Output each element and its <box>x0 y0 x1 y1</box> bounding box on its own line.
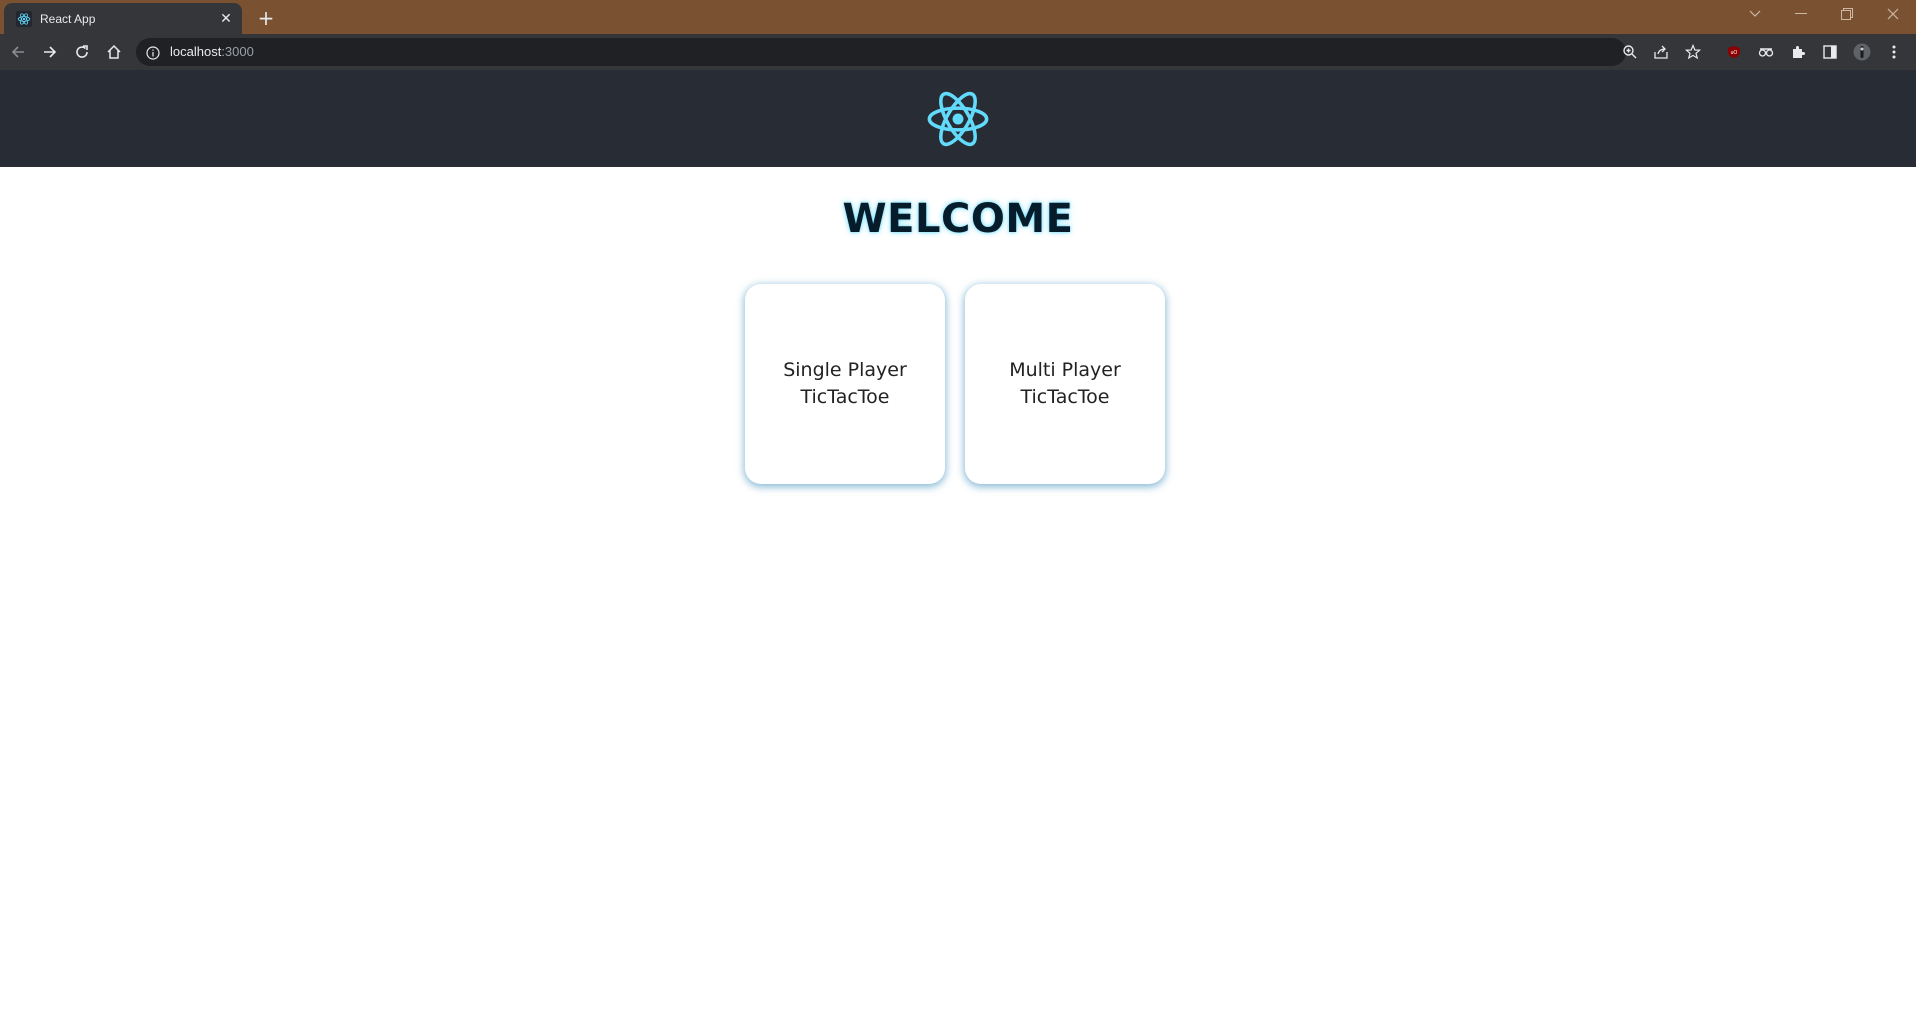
ublock-extension-icon[interactable]: uO <box>1725 43 1743 61</box>
menu-icon[interactable] <box>1885 43 1903 61</box>
close-window-icon[interactable] <box>1870 0 1916 28</box>
home-icon[interactable] <box>101 39 127 65</box>
card-label-line2: TicTacToe <box>1020 386 1110 408</box>
react-favicon-icon <box>16 10 32 27</box>
browser-titlebar: React App ✕ + <box>0 0 1916 34</box>
browser-tab[interactable]: React App ✕ <box>4 3 242 34</box>
reload-icon[interactable] <box>69 39 95 65</box>
restore-icon[interactable] <box>1824 0 1870 28</box>
window-controls <box>1732 0 1916 30</box>
extensions-icon[interactable] <box>1789 43 1807 61</box>
card-label-line1: Multi Player <box>1009 359 1121 381</box>
tab-search-icon[interactable] <box>1732 0 1778 28</box>
browser-toolbar: localhost:3000 uO <box>0 34 1916 70</box>
page-title: WELCOME <box>842 196 1074 242</box>
back-icon[interactable] <box>5 39 31 65</box>
svg-text:uO: uO <box>1731 50 1738 56</box>
url-port: :3000 <box>221 44 254 59</box>
card-label-line2: TicTacToe <box>800 386 890 408</box>
game-mode-cards: Single Player TicTacToe Multi Player Tic… <box>745 284 1165 484</box>
single-player-card[interactable]: Single Player TicTacToe <box>745 284 945 484</box>
share-icon[interactable] <box>1652 43 1670 61</box>
zoom-icon[interactable] <box>1621 43 1639 61</box>
star-icon[interactable] <box>1684 43 1702 61</box>
new-tab-icon[interactable]: + <box>254 6 278 30</box>
profile-avatar-icon[interactable] <box>1853 43 1871 61</box>
side-panel-icon[interactable] <box>1821 43 1839 61</box>
url-host: localhost <box>170 44 222 59</box>
forward-icon[interactable] <box>37 39 63 65</box>
close-tab-icon[interactable]: ✕ <box>218 11 234 27</box>
minimize-icon[interactable] <box>1778 0 1824 28</box>
react-logo-icon <box>927 91 989 146</box>
card-label-line1: Single Player <box>783 359 907 381</box>
multi-player-card[interactable]: Multi Player TicTacToe <box>965 284 1165 484</box>
address-bar[interactable]: localhost:3000 <box>136 38 1701 66</box>
tab-title: React App <box>40 11 96 26</box>
info-icon[interactable] <box>146 45 160 60</box>
app-header <box>0 70 1916 167</box>
url-text[interactable]: localhost:3000 <box>170 44 254 59</box>
spy-extension-icon[interactable] <box>1757 43 1775 61</box>
